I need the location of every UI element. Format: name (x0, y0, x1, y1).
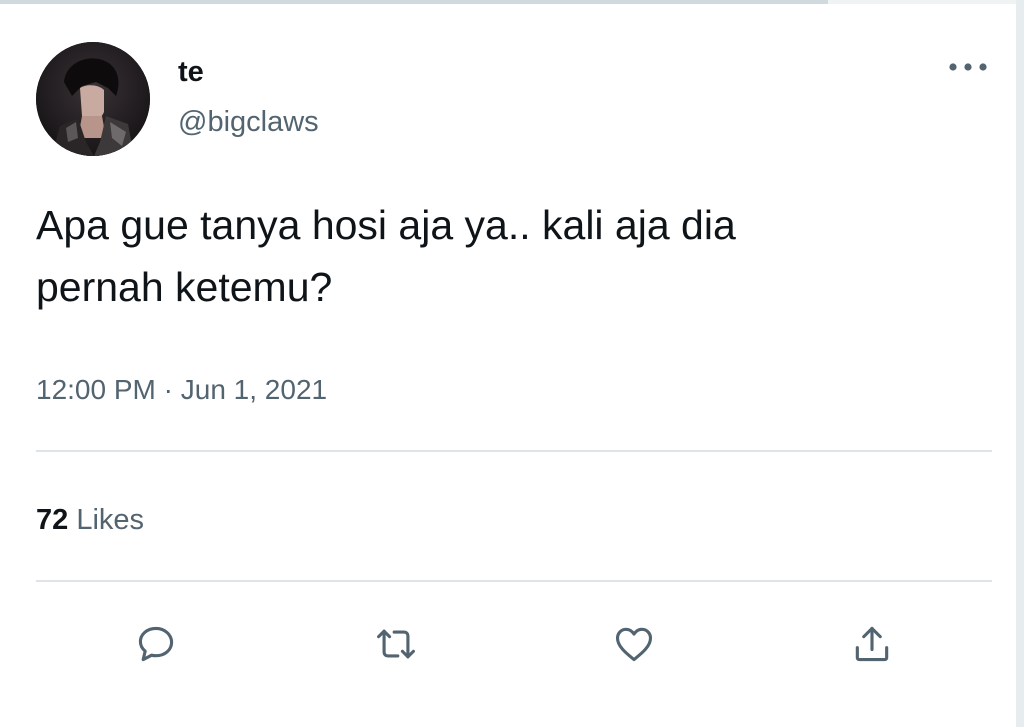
more-options-icon (949, 63, 987, 71)
tweet-card: te @bigclaws Apa gue tanya hosi aja ya..… (0, 4, 1016, 727)
like-button[interactable] (606, 616, 662, 672)
avatar[interactable] (36, 42, 150, 156)
heart-icon (615, 627, 653, 662)
divider (36, 580, 992, 582)
share-icon (855, 626, 889, 662)
tweet-timestamp[interactable]: 12:00 PM · Jun 1, 2021 (36, 374, 327, 406)
likes-count: 72 (36, 504, 69, 536)
timestamp-separator: · (163, 374, 173, 405)
tweet-text: Apa gue tanya hosi aja ya.. kali aja dia… (36, 202, 736, 310)
share-button[interactable] (844, 616, 900, 672)
reply-icon (138, 626, 174, 662)
likes-label: Likes (76, 504, 145, 536)
right-edge (1016, 0, 1024, 727)
timestamp-date: Jun 1, 2021 (180, 374, 328, 405)
timestamp-time: 12:00 PM (36, 374, 156, 405)
likes-stat[interactable]: 72 Likes (36, 504, 144, 537)
profile-photo-icon (36, 42, 150, 156)
divider (36, 450, 992, 452)
retweet-icon (377, 629, 415, 659)
author-display-name[interactable]: te (178, 56, 204, 89)
more-options-button[interactable] (940, 52, 996, 82)
reply-button[interactable] (128, 616, 184, 672)
author-handle[interactable]: @bigclaws (178, 106, 319, 139)
retweet-button[interactable] (368, 616, 424, 672)
